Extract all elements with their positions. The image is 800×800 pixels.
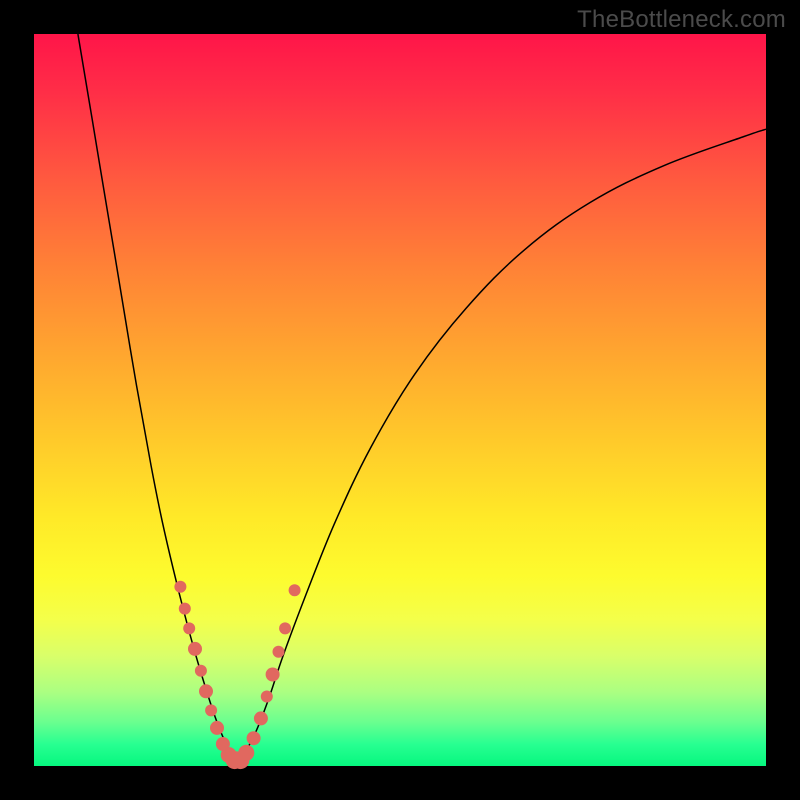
data-point <box>195 665 207 677</box>
data-point <box>179 603 191 615</box>
right-curve <box>239 129 766 762</box>
data-point <box>273 646 285 658</box>
data-point <box>188 642 202 656</box>
data-point <box>266 668 280 682</box>
data-point <box>199 684 213 698</box>
data-point <box>289 584 301 596</box>
data-point <box>279 622 291 634</box>
data-point <box>238 745 254 761</box>
plot-area <box>34 34 766 766</box>
data-point <box>254 711 268 725</box>
data-point <box>183 622 195 634</box>
data-point <box>261 691 273 703</box>
watermark-text: TheBottleneck.com <box>577 6 786 34</box>
marker-group <box>174 581 300 769</box>
left-curve <box>78 34 239 762</box>
chart-frame: TheBottleneck.com <box>0 0 800 800</box>
data-point <box>205 704 217 716</box>
data-point <box>174 581 186 593</box>
data-point <box>247 731 261 745</box>
chart-svg <box>34 34 766 766</box>
data-point <box>210 721 224 735</box>
